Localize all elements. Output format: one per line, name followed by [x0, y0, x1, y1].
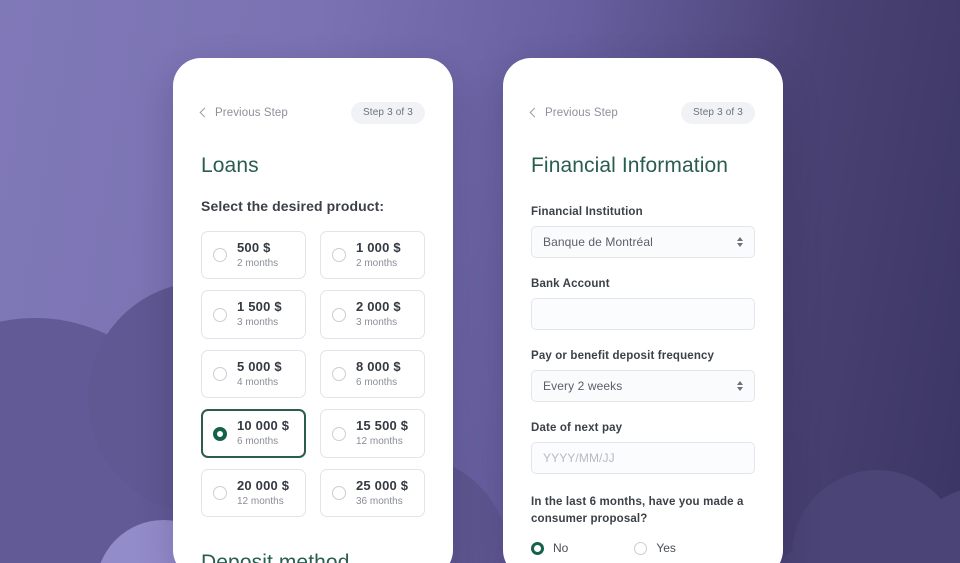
- radio-icon[interactable]: [332, 367, 346, 382]
- step-indicator-badge: Step 3 of 3: [350, 102, 425, 124]
- loan-option-amount: 2 000 $: [356, 299, 401, 315]
- phone-screen-loans: Previous Step Step 3 of 3 Loans Select t…: [173, 58, 453, 563]
- select-spinner-icon: [737, 237, 743, 247]
- consumer-proposal-radio-group: No Yes: [531, 541, 755, 555]
- deposit-method-title: Deposit method: [201, 551, 350, 563]
- step-indicator-badge: Step 3 of 3: [680, 102, 755, 124]
- deposit-frequency-value: Every 2 weeks: [543, 379, 623, 393]
- next-pay-date-placeholder: YYYY/MM/JJ: [543, 451, 615, 465]
- field-label: Date of next pay: [531, 422, 623, 434]
- previous-step-label: Previous Step: [545, 107, 618, 119]
- left-top-bar: Previous Step Step 3 of 3: [199, 102, 425, 124]
- chevron-left-icon: [199, 107, 210, 118]
- loan-option-term: 4 months: [237, 376, 279, 388]
- loan-option-amount: 10 000 $: [237, 418, 290, 434]
- loan-option-term: 6 months: [356, 376, 398, 388]
- loan-option-term: 3 months: [237, 317, 279, 329]
- loan-option-card[interactable]: 500 $ 2 months: [201, 231, 306, 280]
- loan-option-text: 25 000 $ 36 months: [356, 477, 409, 507]
- loan-option-term: 2 months: [237, 257, 279, 269]
- loan-option-grid: 500 $ 2 months 1 000 $ 2 months 1 500 $ 3 mon…: [201, 231, 425, 518]
- consumer-proposal-option[interactable]: No: [531, 541, 568, 555]
- page-title: Loans: [201, 154, 259, 177]
- right-top-bar: Previous Step Step 3 of 3: [529, 102, 755, 124]
- field-next-pay-date: Date of next pay YYYY/MM/JJ: [531, 422, 755, 474]
- radio-icon[interactable]: [332, 248, 346, 263]
- radio-icon[interactable]: [332, 307, 346, 322]
- loan-option-card[interactable]: 10 000 $ 6 months: [201, 409, 306, 458]
- loan-option-card[interactable]: 15 500 $ 12 months: [320, 409, 425, 458]
- radio-icon[interactable]: [332, 485, 346, 500]
- loan-option-term: 6 months: [237, 436, 279, 448]
- loan-option-term: 12 months: [356, 436, 403, 448]
- loan-option-text: 2 000 $ 3 months: [356, 299, 401, 329]
- loan-option-term: 36 months: [356, 495, 403, 507]
- field-label: Financial Institution: [531, 206, 643, 218]
- section-subtitle: Select the desired product:: [201, 198, 385, 214]
- loan-option-amount: 20 000 $: [237, 477, 290, 493]
- loan-option-amount: 15 500 $: [356, 418, 409, 434]
- loan-option-amount: 500 $: [237, 240, 271, 255]
- loan-option-card[interactable]: 1 500 $ 3 months: [201, 290, 306, 339]
- loan-option-term: 2 months: [356, 257, 398, 269]
- field-label: Pay or benefit deposit frequency: [531, 350, 715, 362]
- radio-icon[interactable]: [213, 307, 227, 322]
- loan-option-text: 1 500 $ 3 months: [237, 299, 282, 329]
- consumer-proposal-question: In the last 6 months, have you made a co…: [531, 496, 744, 525]
- loan-option-card[interactable]: 25 000 $ 36 months: [320, 468, 425, 518]
- app-background: Previous Step Step 3 of 3 Loans Select t…: [0, 0, 960, 563]
- consumer-proposal-option-label: Yes: [656, 541, 676, 556]
- radio-icon[interactable]: [634, 541, 648, 555]
- field-bank-account: Bank Account: [531, 278, 755, 330]
- select-spinner-icon: [737, 381, 743, 391]
- previous-step-button[interactable]: Previous Step: [529, 107, 618, 119]
- radio-icon[interactable]: [531, 541, 544, 555]
- loan-option-card[interactable]: 20 000 $ 12 months: [201, 468, 306, 518]
- loan-option-text: 20 000 $ 12 months: [237, 477, 290, 507]
- loan-option-card[interactable]: 2 000 $ 3 months: [320, 290, 425, 339]
- loan-option-term: 3 months: [356, 317, 398, 329]
- chevron-left-icon: [529, 107, 540, 118]
- field-label: Bank Account: [531, 278, 610, 290]
- financial-institution-value: Banque de Montréal: [543, 235, 653, 249]
- financial-institution-select[interactable]: Banque de Montréal: [531, 226, 755, 258]
- field-deposit-frequency: Pay or benefit deposit frequency Every 2…: [531, 350, 755, 402]
- loan-option-text: 8 000 $ 6 months: [356, 358, 401, 388]
- loan-option-text: 15 500 $ 12 months: [356, 418, 409, 448]
- loan-option-text: 10 000 $ 6 months: [237, 418, 290, 448]
- phone-screen-financial-information: Previous Step Step 3 of 3 Financial Info…: [503, 58, 783, 563]
- loan-option-card[interactable]: 1 000 $ 2 months: [320, 231, 425, 280]
- loan-option-amount: 1 500 $: [237, 299, 282, 315]
- radio-icon[interactable]: [213, 248, 227, 263]
- consumer-proposal-option-label: No: [553, 541, 569, 556]
- bank-account-input[interactable]: [531, 298, 755, 330]
- page-title: Financial Information: [531, 154, 729, 177]
- radio-icon[interactable]: [213, 426, 227, 441]
- field-consumer-proposal: In the last 6 months, have you made a co…: [531, 494, 755, 555]
- radio-icon[interactable]: [213, 367, 227, 382]
- next-pay-date-input[interactable]: YYYY/MM/JJ: [531, 442, 755, 474]
- previous-step-button[interactable]: Previous Step: [199, 107, 288, 119]
- consumer-proposal-option[interactable]: Yes: [634, 541, 676, 555]
- loan-option-amount: 8 000 $: [356, 358, 401, 374]
- loan-option-amount: 1 000 $: [356, 240, 401, 255]
- previous-step-label: Previous Step: [215, 107, 288, 119]
- loan-option-amount: 25 000 $: [356, 477, 409, 493]
- field-financial-institution: Financial Institution Banque de Montréal: [531, 206, 755, 258]
- loan-option-text: 5 000 $ 4 months: [237, 358, 282, 388]
- radio-icon[interactable]: [332, 426, 346, 441]
- loan-option-term: 12 months: [237, 495, 284, 507]
- loan-option-text: 500 $ 2 months: [237, 240, 279, 269]
- loan-option-text: 1 000 $ 2 months: [356, 240, 401, 269]
- loan-option-card[interactable]: 5 000 $ 4 months: [201, 349, 306, 399]
- radio-icon[interactable]: [213, 485, 227, 500]
- deposit-frequency-select[interactable]: Every 2 weeks: [531, 370, 755, 402]
- loan-option-amount: 5 000 $: [237, 358, 282, 374]
- loan-option-card[interactable]: 8 000 $ 6 months: [320, 349, 425, 399]
